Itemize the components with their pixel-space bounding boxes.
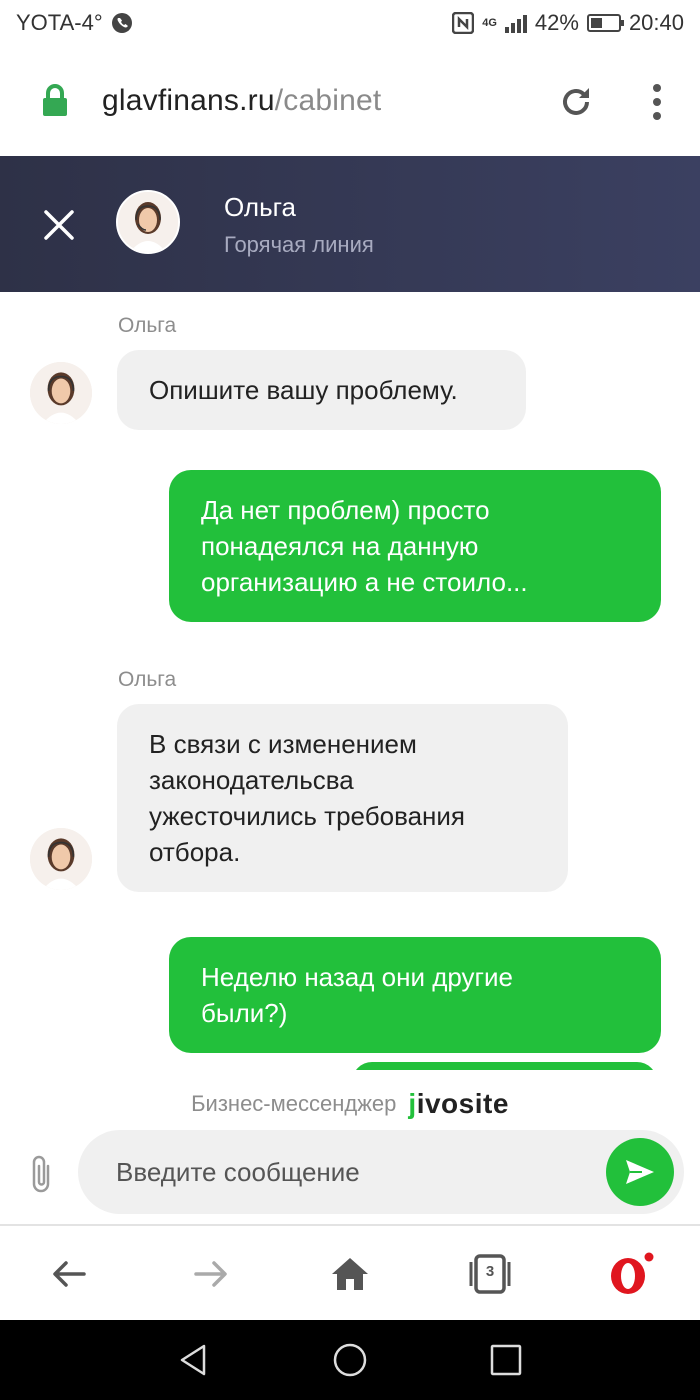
nav-recents-icon[interactable] — [488, 1342, 524, 1378]
phone-call-icon — [111, 13, 132, 33]
composer — [0, 1126, 700, 1226]
send-icon — [626, 1160, 654, 1184]
powered-by[interactable]: Бизнес-мессенджер jivosite — [0, 1082, 700, 1126]
browser-toolbar: 3 — [0, 1228, 700, 1320]
agent-photo-icon — [30, 828, 92, 890]
paperclip-icon[interactable] — [26, 1152, 56, 1196]
message-line: Опишите вашу проблему. — [149, 375, 458, 405]
close-icon[interactable] — [38, 204, 80, 246]
nav-home-icon[interactable] — [332, 1342, 368, 1378]
send-button[interactable] — [606, 1138, 674, 1206]
user-message-partial — [352, 1062, 657, 1070]
message-line: понадеялся на данную — [201, 531, 479, 561]
nfc-icon — [452, 12, 475, 34]
message-line: организацию а не стоило... — [201, 567, 528, 597]
jivosite-logo: jivosite — [408, 1088, 509, 1119]
nav-back-icon[interactable] — [176, 1342, 212, 1378]
agent-message: Опишите вашу проблему. — [117, 350, 526, 430]
url-field[interactable]: glavfinans.ru/cabinet — [102, 84, 381, 118]
user-message: Да нет проблем) просто понадеялся на дан… — [169, 470, 661, 622]
message-line: Да нет проблем) просто — [201, 495, 490, 525]
address-bar: glavfinans.ru/cabinet — [0, 48, 700, 156]
message-line: законодательсва — [149, 765, 354, 795]
status-left: YOTA-4° — [16, 10, 133, 36]
more-menu-icon[interactable] — [644, 82, 670, 122]
agent-avatar-small — [30, 362, 92, 424]
message-list[interactable]: Ольга Опишите вашу проблему. Да нет проб… — [0, 292, 700, 1070]
agent-photo-icon — [118, 192, 178, 252]
message-line: В связи с изменением — [149, 729, 417, 759]
agent-role: Горячая линия — [224, 232, 374, 257]
status-right: 4G 42% 20:40 — [452, 10, 684, 36]
back-arrow-icon[interactable] — [48, 1252, 92, 1296]
tabs-button[interactable]: 3 — [468, 1252, 512, 1296]
agent-photo-icon — [30, 362, 92, 424]
message-line: были?) — [201, 998, 288, 1028]
forward-arrow-icon[interactable] — [188, 1252, 232, 1296]
tabs-count: 3 — [485, 1263, 495, 1280]
home-icon[interactable] — [328, 1252, 372, 1296]
battery-icon — [586, 14, 624, 32]
agent-avatar-small — [30, 828, 92, 890]
message-line: ужесточились требования — [149, 801, 466, 831]
reload-icon[interactable] — [556, 82, 596, 122]
opera-logo-icon — [611, 1252, 654, 1294]
clock: 20:40 — [628, 10, 684, 35]
battery-percent: 42% — [534, 10, 579, 35]
message-line: отбора. — [149, 837, 241, 867]
agent-message: В связи с изменением законодательсва уже… — [117, 704, 568, 892]
url-domain: glavfinans.ru — [102, 84, 275, 117]
agent-avatar — [116, 190, 180, 254]
url-path: /cabinet — [274, 84, 382, 117]
message-line: Неделю назад они другие — [201, 962, 513, 992]
status-bar: YOTA-4° 4G 42% 20:40 — [0, 0, 700, 48]
message-sender: Ольга — [118, 314, 177, 337]
network-type: 4G — [482, 16, 497, 29]
carrier-label: YOTA-4° — [16, 10, 103, 35]
message-sender: Ольга — [118, 668, 177, 691]
message-input[interactable] — [78, 1130, 684, 1214]
user-message: Неделю назад они другие были?) — [169, 937, 661, 1053]
lock-icon — [43, 84, 67, 116]
system-nav-bar — [0, 1320, 700, 1400]
powered-by-text: Бизнес-мессенджер — [191, 1091, 397, 1116]
chat-header: Ольга Горячая линия — [0, 156, 700, 292]
agent-name: Ольга — [224, 192, 297, 222]
opera-menu-button[interactable] — [606, 1252, 656, 1296]
signal-icon — [504, 13, 527, 33]
